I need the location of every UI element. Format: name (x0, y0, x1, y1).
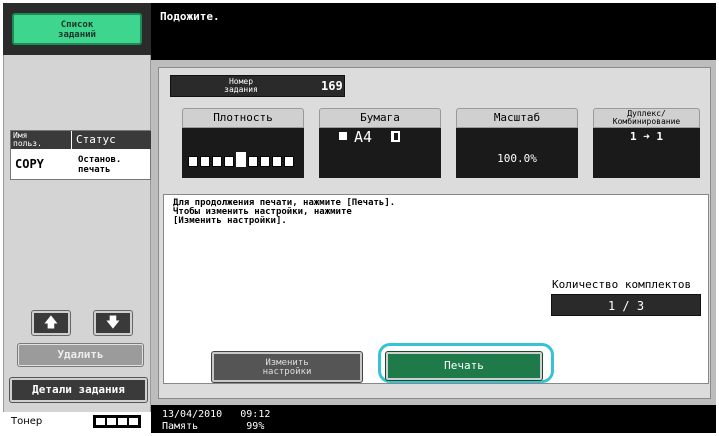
density-step (188, 156, 198, 167)
delete-button[interactable]: Удалить (17, 343, 144, 367)
job-number-box: Номер задания 169 (170, 75, 345, 97)
scale-tile: 100.0% (456, 128, 578, 178)
density-step (260, 156, 270, 167)
change-settings-label: Изменить настройки (262, 358, 312, 377)
paper-tile: A4 (319, 128, 441, 178)
sets-label: Количество комплектов (552, 278, 692, 291)
row-status-label: Останов. печать (78, 155, 122, 175)
paper-size-value: A4 (354, 128, 373, 146)
date-time: 13/04/2010 09:12 (162, 409, 271, 420)
arrow-up-icon: 🡅 (43, 315, 59, 331)
table-row-status[interactable]: Останов. печать (72, 150, 151, 179)
portrait-paper-icon (391, 131, 400, 142)
density-step (248, 156, 258, 167)
job-status-table: Имя польз. Статус COPY Останов. печать (10, 130, 151, 180)
column-header-status-label: Статус (76, 133, 116, 146)
scroll-down-button[interactable]: 🡇 (93, 310, 133, 336)
print-button[interactable]: Печать (385, 351, 543, 381)
toner-segment (107, 418, 116, 425)
message-bar (151, 3, 716, 60)
toner-segment (96, 418, 105, 425)
scale-value: 100.0% (497, 152, 537, 165)
duplex-tile-header: Дуплекс/ Комбинирование (593, 108, 700, 128)
density-step (200, 156, 210, 167)
toner-segment (118, 418, 127, 425)
scroll-up-button[interactable]: 🡅 (31, 310, 71, 336)
toner-segment (129, 418, 138, 425)
tray-icon (339, 132, 347, 140)
arrow-down-icon: 🡇 (105, 315, 121, 331)
density-tile-header: Плотность (182, 108, 304, 128)
table-row-user[interactable]: COPY (11, 150, 71, 179)
toner-gauge (93, 415, 141, 428)
density-tile (182, 128, 304, 178)
density-step (284, 156, 294, 167)
duplex-value: 1 ➜ 1 (629, 130, 664, 143)
density-step (212, 156, 222, 167)
toner-status: Тонер (3, 412, 151, 433)
instruction-text: Для продолжения печати, нажмите [Печать]… (173, 198, 396, 226)
toner-label: Тонер (11, 416, 43, 427)
duplex-tile: 1 ➜ 1 (593, 128, 700, 178)
change-settings-button[interactable]: Изменить настройки (211, 351, 363, 383)
sets-count: 1 / 3 (551, 294, 701, 316)
density-step (224, 156, 234, 167)
memory-status: Память 99% (162, 421, 265, 432)
job-details-button[interactable]: Детали задания (9, 377, 148, 403)
column-header-status: Статус (72, 131, 151, 149)
density-step (272, 156, 282, 167)
column-header-user-label: Имя польз. (13, 131, 42, 148)
sidebar (3, 3, 151, 433)
column-header-user: Имя польз. (11, 131, 71, 149)
scale-tile-header: Масштаб (456, 108, 578, 128)
job-list-button[interactable]: Список заданий (12, 13, 142, 45)
job-number-value: 169 (321, 79, 343, 93)
paper-tile-header: Бумага (319, 108, 441, 128)
job-list-label: Список заданий (58, 20, 96, 40)
density-marker (236, 152, 246, 167)
row-user-label: COPY (15, 157, 44, 171)
job-number-label: Номер задания (224, 77, 258, 94)
status-message: Подожите. (160, 10, 220, 23)
